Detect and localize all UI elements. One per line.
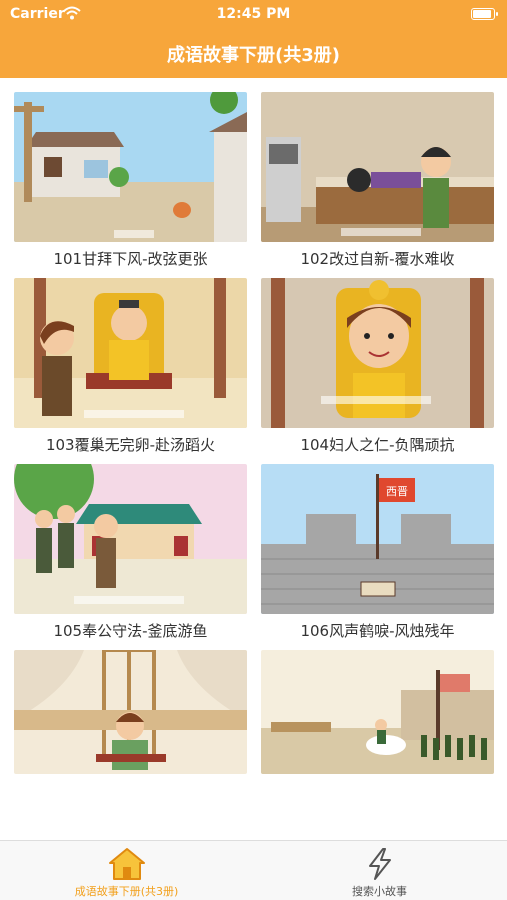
story-thumbnail[interactable] bbox=[261, 92, 494, 242]
story-title[interactable]: 106风声鹤唳-风烛残年 bbox=[261, 620, 494, 641]
tab-label[interactable]: 成语故事下册(共3册) bbox=[0, 883, 253, 899]
status-bar: Carrier 12:45 PM bbox=[0, 0, 507, 30]
story-thumbnail[interactable] bbox=[14, 650, 247, 774]
tab-search-story[interactable]: 搜索小故事 bbox=[253, 841, 506, 900]
story-title[interactable]: 102改过自新-覆水难收 bbox=[261, 248, 494, 269]
story-title[interactable]: 104妇人之仁-负隅顽抗 bbox=[261, 434, 494, 455]
tab-bar: 成语故事下册(共3册) 搜索小故事 bbox=[0, 840, 507, 900]
story-thumbnail[interactable]: 西晋 bbox=[261, 464, 494, 614]
page-title: 成语故事下册(共3册) bbox=[167, 45, 340, 66]
home-icon[interactable] bbox=[108, 847, 146, 881]
story-thumbnail[interactable] bbox=[261, 278, 494, 428]
story-thumbnail[interactable] bbox=[14, 464, 247, 614]
story-thumbnail[interactable] bbox=[14, 278, 247, 428]
navigation-bar: 成语故事下册(共3册) bbox=[0, 30, 507, 78]
story-title[interactable]: 103覆巢无完卵-赴汤蹈火 bbox=[14, 434, 247, 455]
story-title[interactable]: 101甘拜下风-改弦更张 bbox=[14, 248, 247, 269]
status-time: 12:45 PM bbox=[216, 6, 291, 22]
tab-story-list[interactable]: 成语故事下册(共3册) bbox=[0, 841, 253, 900]
flag-label: 西晋 bbox=[386, 485, 408, 498]
story-thumbnail[interactable] bbox=[14, 92, 247, 242]
battery-icon bbox=[471, 8, 498, 20]
story-grid[interactable]: 101甘拜下风-改弦更张 102改过自新-覆水难收 103覆巢无完卵-赴汤蹈火 … bbox=[0, 78, 507, 840]
story-title[interactable]: 105奉公守法-釜底游鱼 bbox=[14, 620, 247, 641]
story-thumbnail[interactable] bbox=[261, 650, 494, 774]
tab-label[interactable]: 搜索小故事 bbox=[253, 883, 506, 899]
lightning-icon[interactable] bbox=[361, 847, 399, 881]
